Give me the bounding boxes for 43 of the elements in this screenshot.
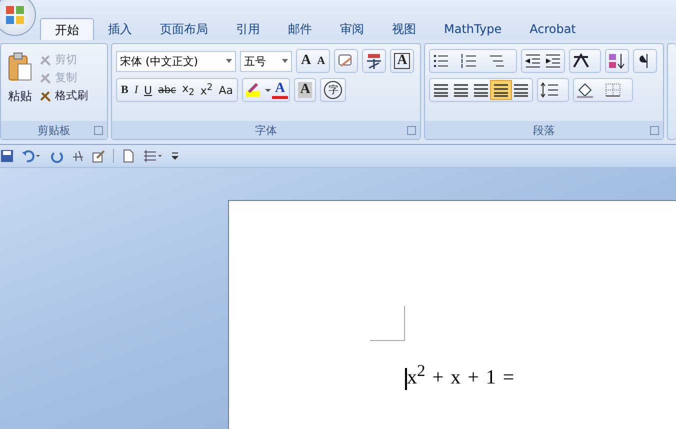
ribbon-tab[interactable]: 视图 (378, 18, 430, 40)
office-button[interactable] (0, 0, 36, 36)
bold-button[interactable]: B (118, 80, 132, 100)
save-icon[interactable] (0, 149, 14, 163)
paste-button[interactable]: 粘贴 (5, 48, 35, 121)
clipboard-item[interactable]: 格式刷 (39, 88, 88, 103)
ribbon-tab[interactable]: 页面布局 (146, 18, 222, 40)
edit-icon[interactable] (92, 149, 106, 163)
ribbon-tab[interactable]: 开始 (40, 18, 94, 40)
character-border-button[interactable]: A (394, 53, 410, 69)
ribbon-tab[interactable]: Acrobat (516, 18, 590, 40)
underline-button[interactable]: U (141, 80, 156, 100)
ribbon-tab[interactable]: 审阅 (326, 18, 378, 40)
ribbon-tab[interactable]: 邮件 (274, 18, 326, 40)
new-document-icon[interactable] (121, 149, 135, 163)
subscript-button[interactable]: x$_{2}$ (179, 80, 198, 100)
margin-corner-mark (370, 306, 405, 341)
increase-indent-icon[interactable] (543, 52, 563, 70)
highlighter-icon[interactable] (244, 81, 272, 99)
undo-icon[interactable] (21, 149, 43, 163)
alignment-icon[interactable] (491, 81, 511, 99)
superscript-button[interactable]: x$^{2}$ (197, 80, 216, 100)
strikethrough-button[interactable]: abc (155, 80, 180, 100)
character-shading-button[interactable]: A (298, 82, 312, 98)
group-label: 段落 (533, 122, 555, 138)
office-logo-icon (4, 4, 26, 26)
enclose-character-button[interactable]: 字 (324, 81, 342, 99)
change-case-button[interactable]: Aa (216, 80, 236, 100)
font-name-dropdown[interactable]: 宋体 (中文正文) (116, 50, 236, 72)
clipboard-icon (7, 52, 33, 82)
decrease-indent-icon[interactable] (523, 52, 543, 70)
equation-text: x$^{2}$ + x + 1 = (407, 361, 514, 390)
font-size-dropdown[interactable]: 五号 (240, 50, 292, 72)
ribbon-tab[interactable]: 引用 (222, 18, 274, 40)
print-layout-icon[interactable] (142, 149, 164, 163)
italic-button[interactable]: I (131, 80, 142, 100)
grow-font-button[interactable]: A (298, 51, 314, 71)
ribbon-tab[interactable]: 插入 (94, 18, 146, 40)
shrink-font-button[interactable]: A (314, 51, 328, 71)
group-label: 剪贴板 (38, 122, 70, 138)
group-label: 字体 (255, 122, 277, 138)
sort-icon[interactable] (607, 52, 627, 70)
ribbon-tab[interactable]: MathType (430, 18, 516, 40)
